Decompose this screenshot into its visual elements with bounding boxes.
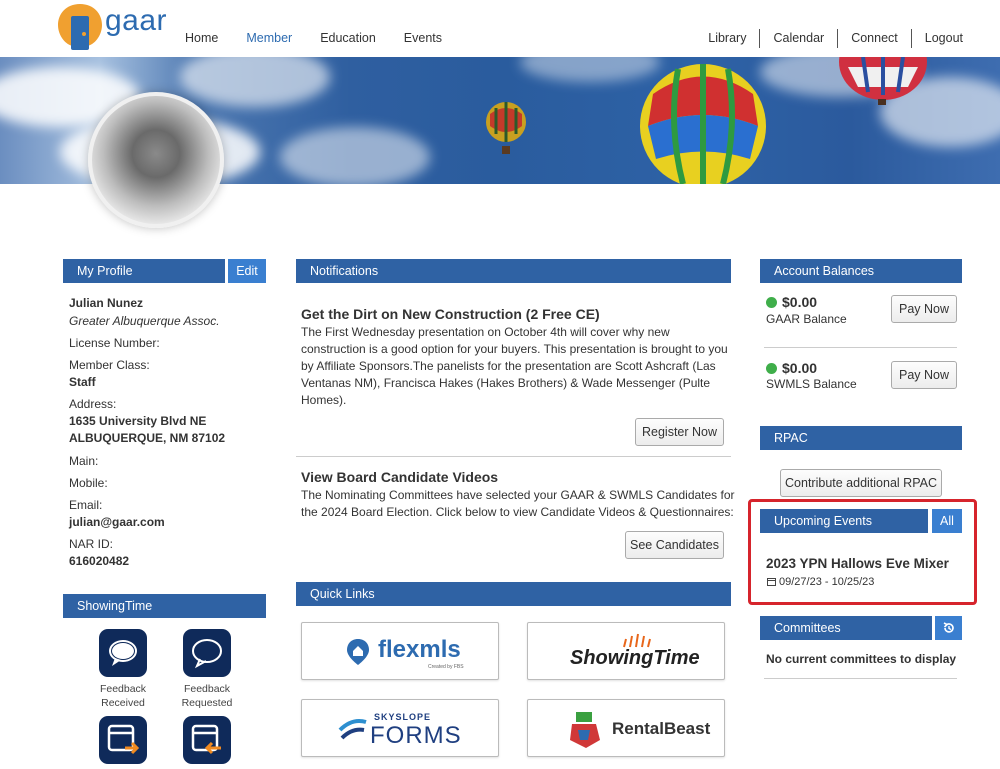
nav-library[interactable]: Library [695,29,759,48]
nav-education[interactable]: Education [320,31,376,45]
history-icon [943,622,954,633]
rentalbeast-wordmark: RentalBeast [612,719,711,738]
license-label: License Number: [69,336,160,350]
feedback-requested-button[interactable] [183,629,231,677]
edit-profile-button[interactable]: Edit [228,259,266,283]
skyslope-forms-link[interactable]: SKYSLOPE FORMS [301,699,499,757]
rpac-header: RPAC [760,426,962,450]
showing-return-button[interactable] [183,716,231,764]
swmls-balance-label: SWMLS Balance [766,377,857,391]
nav-logout[interactable]: Logout [910,29,963,48]
nav-home[interactable]: Home [185,31,218,45]
highlight-box [748,499,977,605]
notification-line: Homes). [301,393,347,407]
divider [764,347,957,348]
pay-gaar-balance-button[interactable]: Pay Now [891,295,957,323]
small-balloon-icon [486,102,526,154]
skyslope-logo: SKYSLOPE FORMS [338,710,464,749]
notification-line: The First Wednesday presentation on Octo… [301,325,670,339]
notifications-header: Notifications [296,259,731,283]
swmls-balance-amount: $0.00 [782,360,818,376]
gaar-logo[interactable]: gaar [57,2,167,52]
register-now-button[interactable]: Register Now [635,418,724,446]
mobile-phone-label: Mobile: [69,476,108,490]
contribute-rpac-button[interactable]: Contribute additional RPAC [780,469,942,497]
feedback-received-label-line2: Received [101,697,145,709]
nav-events[interactable]: Events [404,31,442,45]
notification-line: Ventanas NM), Francisca Hakes (Hakes Bro… [301,376,711,390]
nar-id-label: NAR ID: [69,537,114,551]
forms-wordmark: FORMS [370,722,462,749]
flexmls-wordmark: flexmls [378,636,461,663]
gaar-balance-label: GAAR Balance [766,312,847,326]
address-line2: ALBUQUERQUE, NM 87102 [69,431,226,445]
large-balloon-icon [640,64,766,184]
nav-connect[interactable]: Connect [837,29,911,48]
calendar-arrow-icon [107,724,140,755]
notification-line: the 2024 Board Election. Click below to … [301,505,734,519]
notification-body: The First Wednesday presentation on Octo… [301,324,728,409]
notification-title: Get the Dirt on New Construction (2 Free… [301,306,600,322]
top-navigation-bar: gaar Home Member Education Events Librar… [0,0,1000,57]
committees-header: Committees [760,616,932,640]
notification-line: The Nominating Committees have selected … [301,488,735,502]
swmls-balance-status-dot [766,363,777,374]
rentalbeast-link[interactable]: RentalBeast [527,699,725,757]
showing-schedule-button[interactable] [99,716,147,764]
account-balances-header: Account Balances [760,259,962,283]
showingtime-header: ShowingTime [63,594,266,618]
showingtime-link[interactable]: ShowingTime [527,622,725,680]
profile-org: Greater Albuquerque Assoc. [69,314,220,328]
member-class-label: Member Class: [69,358,150,372]
nar-id-value: 616020482 [69,554,130,568]
skyslope-swoosh-icon [338,719,367,740]
feedback-requested-label-line1: Feedback [183,683,231,695]
email-label: Email: [69,498,103,512]
utility-nav: Library Calendar Connect Logout [695,29,963,48]
notification-body: The Nominating Committees have selected … [301,487,735,521]
email-value[interactable]: julian@gaar.com [69,515,165,529]
skyslope-top: SKYSLOPE [374,712,432,722]
notification-line: by Affiliate Sponsors.The panelists for … [301,359,716,373]
committees-history-button[interactable] [935,616,962,640]
main-phone-label: Main: [69,454,99,468]
feedback-received-label-line1: Feedback [99,683,147,695]
nav-calendar[interactable]: Calendar [759,29,837,48]
committees-empty-message: No current committees to display [766,652,957,666]
feedback-requested-label-line2: Requested [181,697,233,709]
address-line1: 1635 University Blvd NE [69,414,207,428]
flexmls-link[interactable]: flexmls Created by FBS [301,622,499,680]
quick-links-header: Quick Links [296,582,731,606]
speech-bubble-outline-icon [192,639,222,669]
showingtime-wordmark: ShowingTime [570,647,700,669]
address-label: Address: [69,397,117,411]
cloud [280,127,430,184]
my-profile-header: My Profile [63,259,225,283]
avatar[interactable] [88,92,224,228]
feedback-requested-label: Feedback Requested [162,682,252,710]
rentalbeast-mascot-icon [570,712,600,748]
gaar-balance-amount: $0.00 [782,294,818,310]
divider [296,456,731,457]
notification-line: construction is a good option for your b… [301,342,728,356]
feedback-received-label: Feedback Received [78,682,168,710]
striped-balloon-icon [839,57,927,105]
notification-title: View Board Candidate Videos [301,469,499,485]
flexmls-pin-icon [347,639,369,665]
calendar-return-icon [191,724,221,755]
pay-swmls-balance-button[interactable]: Pay Now [891,361,957,389]
divider [764,678,957,679]
nav-member[interactable]: Member [246,31,292,45]
cloud [180,57,330,107]
member-class-value: Staff [69,375,96,389]
profile-name: Julian Nunez [69,296,144,310]
logo-mark-icon [58,4,102,50]
logo-wordmark: gaar [105,4,168,37]
see-candidates-button[interactable]: See Candidates [625,531,724,559]
flexmls-sub: Created by FBS [428,664,464,670]
main-nav: Home Member Education Events [185,31,470,45]
gaar-balance-status-dot [766,297,777,308]
feedback-received-button[interactable] [99,629,147,677]
speech-bubble-icon [109,640,137,666]
